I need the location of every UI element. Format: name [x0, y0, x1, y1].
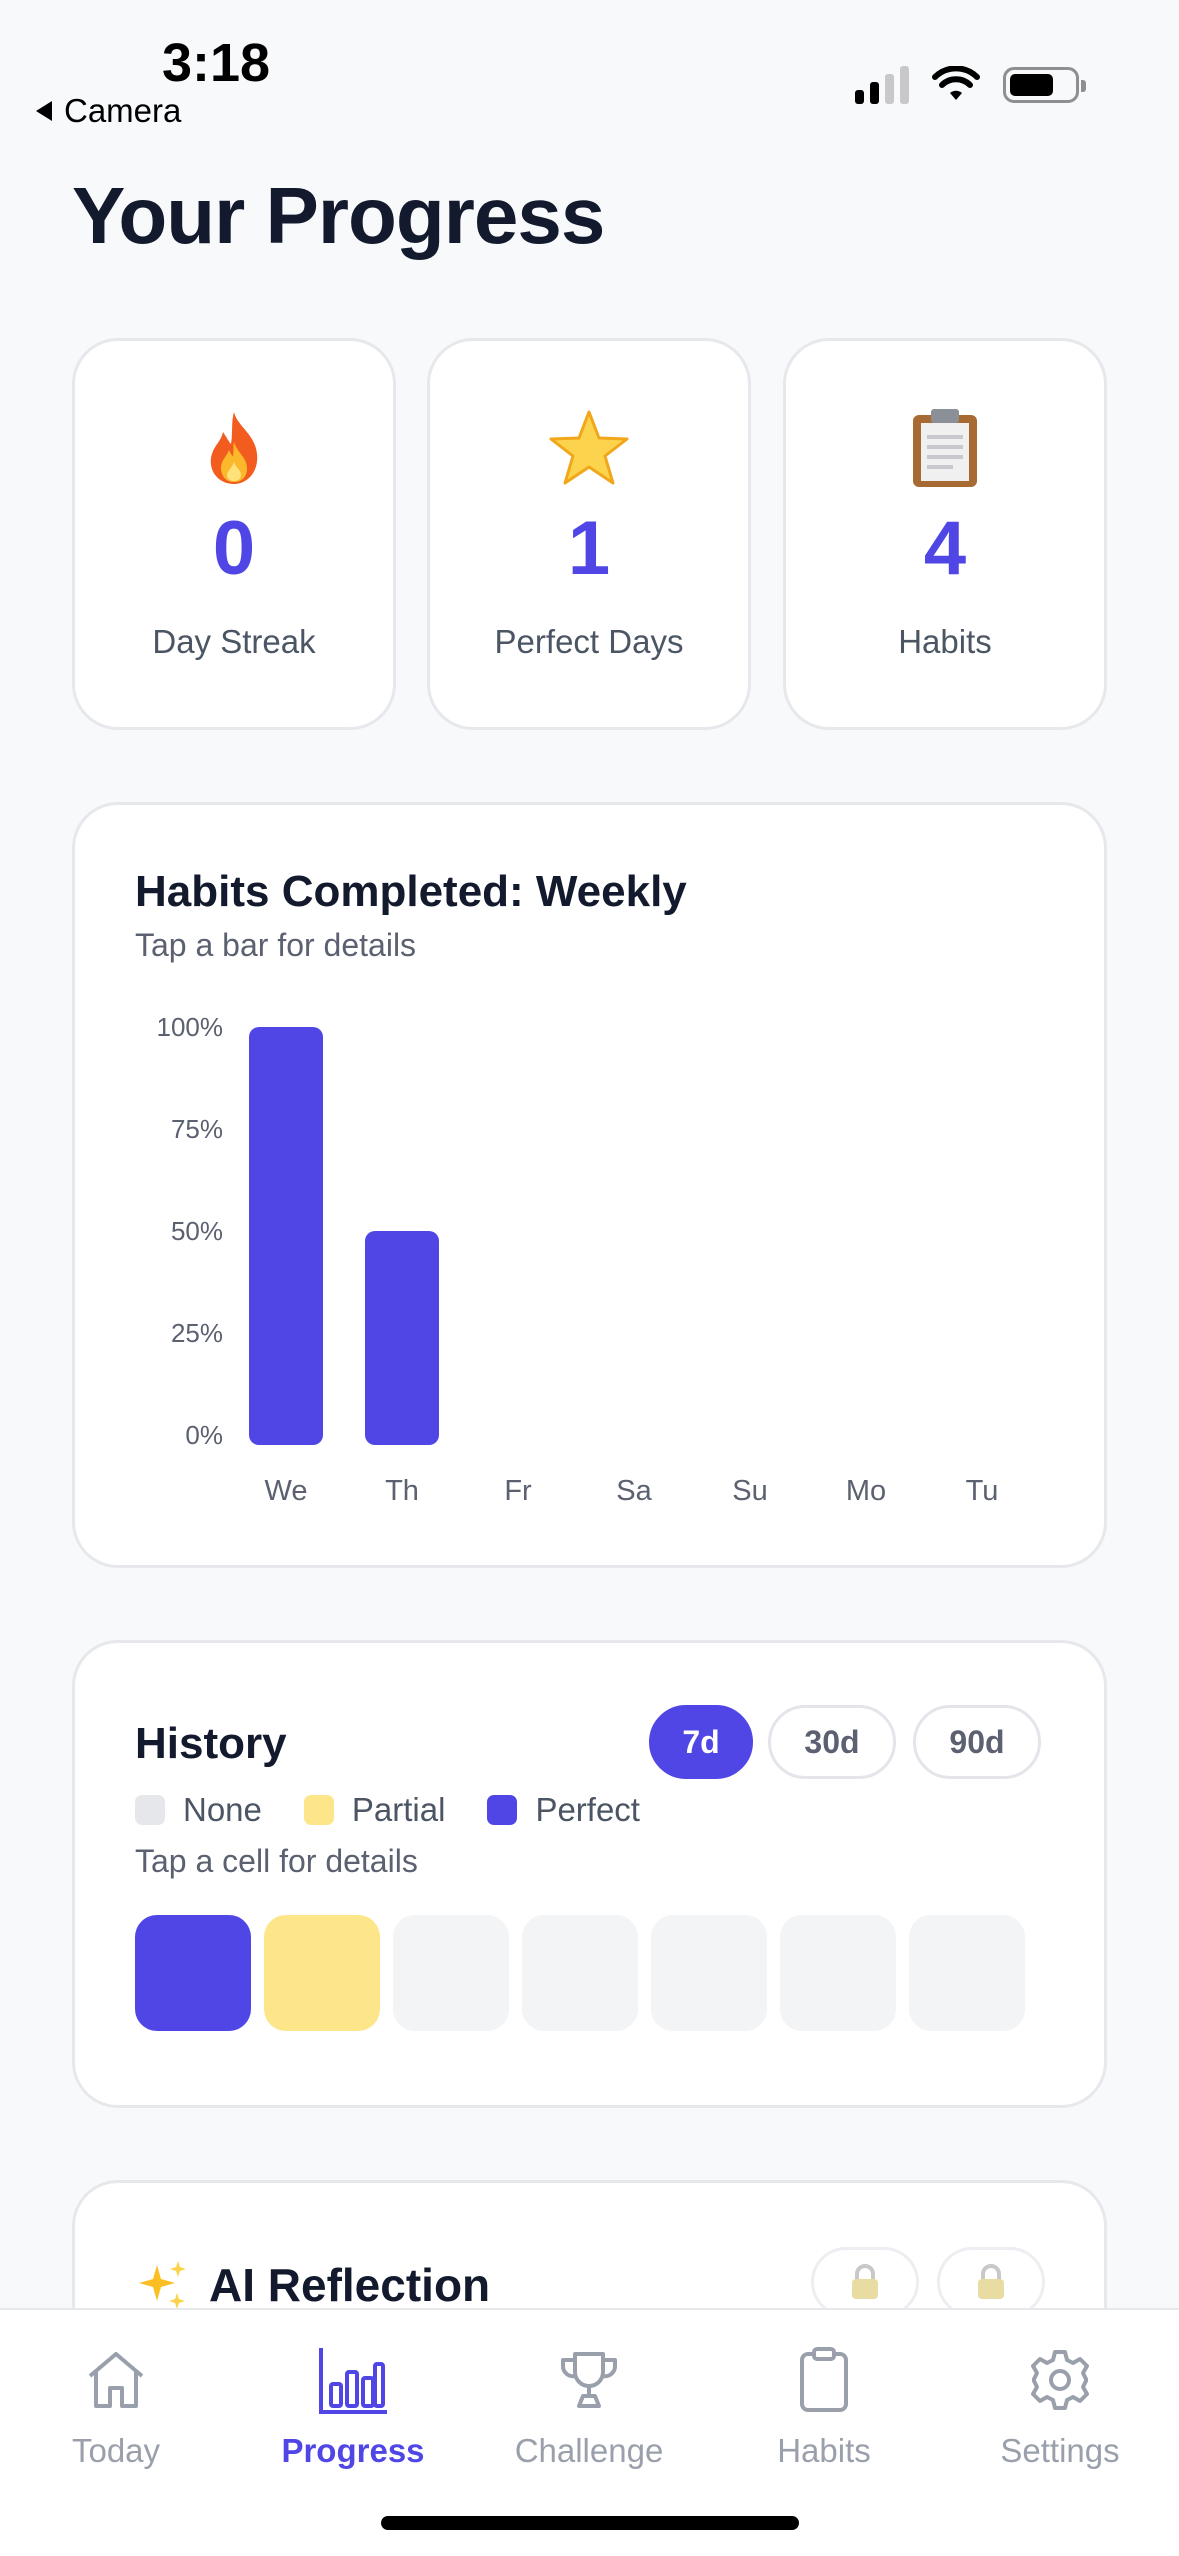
x-tick-label: Su	[732, 1475, 767, 1507]
ai-reflection-header: AI Reflection	[135, 2257, 490, 2313]
lock-icon	[978, 2264, 1004, 2299]
x-tick-label: We	[265, 1475, 308, 1507]
chart-bar-we[interactable]	[249, 1027, 323, 1445]
stat-label: Habits	[898, 623, 992, 660]
tab-today[interactable]: Today	[16, 2342, 216, 2470]
legend-label: Perfect	[535, 1791, 640, 1828]
weekly-bar-chart: 100% 75% 50% 25% 0% We Th Fr Sa Su Mo Tu	[157, 1012, 999, 1507]
history-hint: Tap a cell for details	[135, 1843, 418, 1879]
range-90d-button[interactable]: 90d	[913, 1705, 1041, 1779]
history-cell-partial[interactable]	[264, 1915, 380, 2031]
y-tick-label: 100%	[157, 1012, 224, 1042]
chart-bar-th[interactable]	[365, 1231, 439, 1445]
y-tick-label: 25%	[171, 1318, 223, 1348]
cellular-signal-icon	[855, 66, 909, 104]
gear-icon	[960, 2342, 1160, 2418]
home-icon	[16, 2342, 216, 2418]
range-7d-button[interactable]: 7d	[649, 1705, 753, 1779]
stat-label: Perfect Days	[494, 623, 684, 660]
clipboard-icon	[786, 403, 1104, 493]
clipboard-outline-icon	[724, 2342, 924, 2418]
legend-label: Partial	[351, 1791, 446, 1828]
lock-icon	[852, 2264, 878, 2299]
locked-option-2[interactable]	[937, 2247, 1045, 2317]
star-icon	[430, 403, 748, 493]
legend-perfect: Perfect	[487, 1791, 640, 1829]
wifi-icon	[932, 66, 980, 100]
status-icons	[855, 66, 1086, 104]
y-tick-label: 50%	[171, 1216, 223, 1246]
tab-habits[interactable]: Habits	[724, 2342, 924, 2470]
y-tick-label: 0%	[185, 1420, 223, 1450]
home-indicator[interactable]	[381, 2516, 799, 2530]
x-tick-label: Tu	[966, 1475, 999, 1507]
stat-label: Day Streak	[152, 623, 316, 660]
legend-label: None	[183, 1791, 262, 1828]
range-30d-button[interactable]: 30d	[768, 1705, 896, 1779]
history-cell-none[interactable]	[651, 1915, 767, 2031]
y-tick-label: 75%	[171, 1114, 223, 1144]
x-tick-label: Th	[385, 1475, 419, 1507]
stat-card-perfect-days: 1 Perfect Days	[427, 338, 751, 730]
tab-label: Challenge	[514, 2432, 664, 2469]
tab-challenge[interactable]: Challenge	[489, 2342, 689, 2470]
legend-swatch-perfect	[487, 1795, 518, 1825]
ai-reflection-title: AI Reflection	[209, 2259, 491, 2311]
legend-swatch-partial	[303, 1795, 334, 1825]
stat-card-habits: 4 Habits	[783, 338, 1107, 730]
legend-swatch-none	[135, 1795, 165, 1825]
fire-icon	[75, 403, 393, 493]
tab-progress[interactable]: Progress	[253, 2342, 453, 2470]
history-cell-none[interactable]	[909, 1915, 1025, 2031]
sparkles-icon	[139, 2261, 186, 2309]
page-title: Your Progress	[72, 171, 605, 260]
tab-label: Settings	[1000, 2432, 1120, 2469]
history-cell-perfect[interactable]	[135, 1915, 251, 2031]
status-time: 3:18	[162, 33, 271, 93]
x-tick-label: Fr	[504, 1475, 532, 1507]
history-legend: None Partial Perfect	[135, 1791, 682, 1829]
history-cell-none[interactable]	[522, 1915, 638, 2031]
stat-value: 1	[567, 506, 611, 591]
history-cell-none[interactable]	[393, 1915, 509, 2031]
locked-option-1[interactable]	[811, 2247, 919, 2317]
tab-label: Habits	[777, 2432, 871, 2469]
tab-label: Today	[71, 2432, 161, 2469]
stat-value: 4	[923, 506, 967, 591]
tab-label: Progress	[281, 2432, 425, 2469]
back-to-camera[interactable]: Camera	[36, 92, 181, 130]
history-card: History 7d 30d 90d None Partial Perfect …	[72, 1640, 1107, 2108]
stat-value: 0	[212, 506, 256, 591]
legend-partial: Partial	[303, 1791, 446, 1829]
battery-icon	[1003, 67, 1086, 103]
history-grid	[135, 1915, 1025, 2031]
tab-settings[interactable]: Settings	[960, 2342, 1160, 2470]
x-tick-label: Mo	[846, 1475, 886, 1507]
history-cell-none[interactable]	[780, 1915, 896, 2031]
weekly-chart-card: Habits Completed: Weekly Tap a bar for d…	[72, 802, 1107, 1568]
back-arrow-icon	[36, 101, 52, 121]
history-title: History	[135, 1719, 287, 1768]
back-label: Camera	[64, 92, 182, 129]
x-tick-label: Sa	[616, 1475, 652, 1507]
stat-card-day-streak: 0 Day Streak	[72, 338, 396, 730]
trophy-icon	[489, 2342, 689, 2418]
bar-chart-icon	[253, 2342, 453, 2418]
legend-none: None	[135, 1791, 262, 1829]
